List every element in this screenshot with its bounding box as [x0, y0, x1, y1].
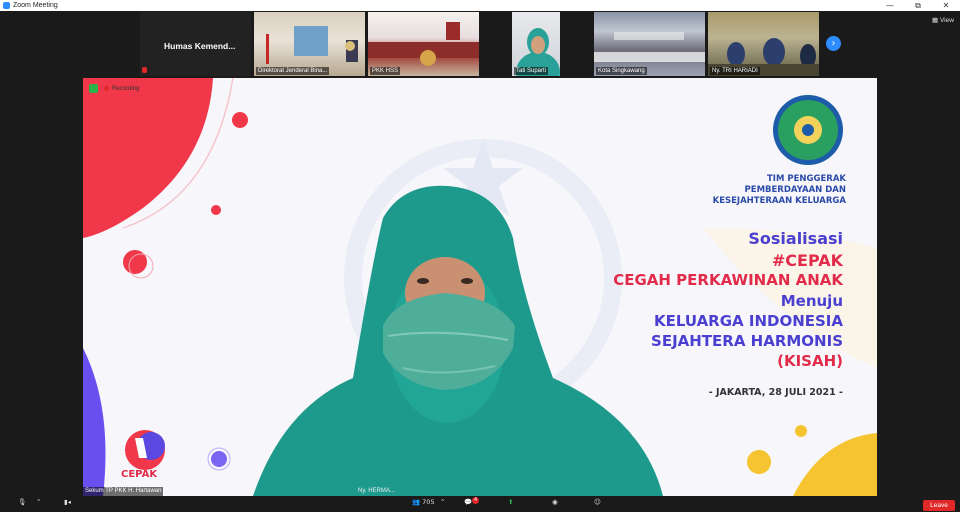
speaker-nametag: Ny. HERMA...	[358, 488, 395, 494]
audio-options-caret[interactable]: ⌃	[36, 498, 41, 506]
participant-name: Kota Singkawang	[596, 67, 647, 75]
participant-name: Ny. TRI HARIADI	[710, 67, 760, 75]
org-name: TIM PENGGERAK PEMBERDAYAAN DAN KESEJAHTE…	[713, 174, 846, 207]
maximize-button[interactable]: ⧉	[904, 0, 932, 11]
window-title: Zoom Meeting	[13, 2, 58, 9]
mute-button[interactable]: 🎙	[18, 498, 26, 506]
participant-tile-tri-hariadi[interactable]: Ny. TRI HARIADI	[708, 12, 819, 76]
video-button[interactable]: ▮◂	[64, 498, 71, 506]
window-titlebar: Zoom Meeting — ⧉ ✕	[0, 0, 960, 11]
zoom-app-icon	[3, 2, 10, 9]
recording-label: Recording	[112, 85, 140, 92]
participants-icon: 👥	[412, 498, 421, 506]
slide-date: - JAKARTA, 28 JULI 2021 -	[708, 387, 843, 398]
slide-sejahtera: SEJAHTERA HARMONIS	[651, 332, 843, 350]
participant-name: Humas Kemend...	[164, 41, 236, 51]
chat-badge: 4	[472, 497, 479, 504]
slide-kisah: (KISAH)	[777, 352, 843, 370]
microphone-icon: 🎙	[18, 498, 27, 506]
participant-tile-direktorat[interactable]: Direktorat Jenderal Bina...	[254, 12, 365, 76]
participants-button[interactable]: 👥 705	[412, 498, 435, 506]
minimize-button[interactable]: —	[876, 0, 904, 11]
video-camera-icon: ▮◂	[64, 498, 71, 506]
close-button[interactable]: ✕	[932, 0, 960, 11]
participant-name: Tati Suparti	[514, 67, 549, 75]
slide-cegah: CEGAH PERKAWINAN ANAK	[613, 271, 843, 289]
share-screen-button[interactable]: ⬆	[508, 498, 513, 506]
leave-button[interactable]: Leave	[923, 500, 955, 511]
chat-button[interactable]: 💬	[464, 498, 472, 506]
record-button[interactable]: ◉	[552, 498, 558, 506]
main-video: Recording TIM PENGGERAK PEMBERDAYAAN DAN…	[83, 78, 877, 496]
view-label: View	[939, 17, 954, 24]
participant-tile-humas[interactable]: Humas Kemend...	[140, 12, 251, 76]
participant-name: PKK HSS	[370, 67, 401, 75]
slide-hashtag: #CEPAK	[771, 251, 843, 270]
recording-dot-icon	[104, 86, 109, 91]
participants-count: 705	[422, 498, 435, 506]
chat-icon: 💬	[464, 498, 473, 506]
window-controls: — ⧉ ✕	[876, 0, 960, 11]
next-page-button[interactable]: ›	[826, 36, 841, 51]
view-button[interactable]: ▦ View	[932, 16, 954, 24]
meeting-toolbar: 🎙 ⌃ ▮◂ 👥 705 ⌃ 💬 4 ⬆ ◉ ☺ Leave	[0, 496, 960, 512]
record-icon: ◉	[552, 498, 558, 506]
participant-strip: Humas Kemend... Direktorat Jenderal Bina…	[0, 11, 960, 78]
participants-caret[interactable]: ⌃	[440, 498, 445, 506]
participant-tile-tati-suparti[interactable]: Tati Suparti	[512, 12, 560, 76]
recording-indicator[interactable]: Recording	[89, 84, 139, 93]
reactions-button[interactable]: ☺	[594, 498, 601, 506]
slide-sosialisasi: Sosialisasi	[748, 229, 843, 248]
reactions-icon: ☺	[594, 498, 601, 506]
participant-tile-kota-singkawang[interactable]: Kota Singkawang	[594, 12, 705, 76]
slide-keluarga: KELUARGA INDONESIA	[653, 312, 843, 330]
slide-menuju: Menuju	[780, 292, 843, 310]
mic-muted-icon	[142, 67, 147, 73]
share-screen-icon: ⬆	[508, 498, 514, 506]
org-line: TIM PENGGERAK	[767, 174, 846, 184]
cepak-logo: CEPAK	[121, 469, 158, 480]
participant-tile-pkk-hss[interactable]: PKK HSS	[368, 12, 479, 76]
participant-name: Direktorat Jenderal Bina...	[256, 67, 330, 75]
org-line: KESEJAHTERAAN KELUARGA	[712, 196, 846, 206]
active-speaker-label: Sekum TP PKK H. Hartawan	[83, 487, 164, 496]
grid-icon: ▦	[932, 17, 940, 24]
org-line: PEMBERDAYAAN DAN	[744, 185, 846, 195]
shield-icon	[89, 84, 98, 93]
